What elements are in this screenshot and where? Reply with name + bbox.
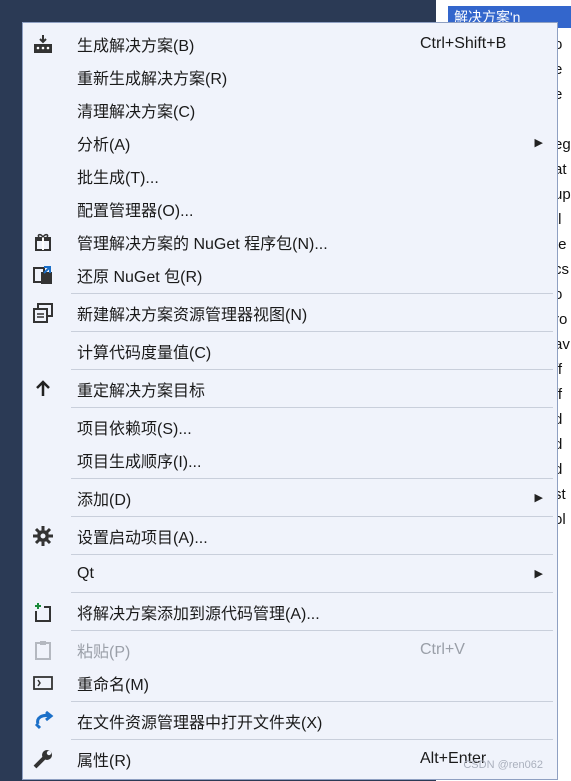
menu-item[interactable]: 重命名(M) [23, 666, 557, 699]
submenu-arrow-icon: ▶ [534, 568, 543, 580]
watermark: CSDN @ren062 [463, 759, 543, 771]
menu-item[interactable]: 重新生成解决方案(R) [23, 60, 557, 93]
submenu-arrow-icon: ▶ [534, 492, 543, 504]
menu-item-label: 管理解决方案的 NuGet 程序包(N)... [77, 235, 328, 253]
menu-separator [71, 630, 553, 631]
menu-item-label: 在文件资源管理器中打开文件夹(X) [77, 714, 323, 732]
submenu-arrow-icon: ▶ [534, 137, 543, 149]
menu-item-label: 重命名(M) [77, 676, 149, 694]
menu-item-label: 批生成(T)... [77, 169, 159, 187]
menu-separator [71, 516, 553, 517]
arrow-up-icon [31, 377, 55, 401]
menu-item-label: Qt [77, 564, 94, 582]
menu-separator [71, 478, 553, 479]
menu-item-label: 计算代码度量值(C) [77, 344, 212, 362]
menu-item[interactable]: 项目生成顺序(I)... [23, 443, 557, 476]
menu-separator [71, 739, 553, 740]
restore-package-icon [31, 263, 55, 287]
menu-item-label: 生成解决方案(B) [77, 37, 195, 55]
wrench-icon [31, 747, 55, 771]
menu-item-label: 项目生成顺序(I)... [77, 453, 202, 471]
menu-item-shortcut: Ctrl+Shift+B [420, 34, 507, 52]
desktop-background [0, 0, 22, 781]
menu-separator [71, 369, 553, 370]
menu-item-label: 设置启动项目(A)... [77, 529, 208, 547]
menu-item-shortcut: Ctrl+V [420, 640, 465, 658]
menu-item[interactable]: 计算代码度量值(C) [23, 334, 557, 367]
menu-separator [71, 331, 553, 332]
menu-item-label: 新建解决方案资源管理器视图(N) [77, 306, 308, 324]
menu-item-label: 粘贴(P) [77, 643, 131, 661]
menu-separator [71, 293, 553, 294]
nuget-gift-icon [31, 230, 55, 254]
menu-item-label: 添加(D) [77, 491, 132, 509]
menu-item-label: 重新生成解决方案(R) [77, 70, 228, 88]
menu-item[interactable]: 批生成(T)... [23, 159, 557, 192]
add-source-control-icon [31, 600, 55, 624]
menu-item[interactable]: 清理解决方案(C) [23, 93, 557, 126]
menu-item-label: 分析(A) [77, 136, 131, 154]
gear-icon [31, 524, 55, 548]
build-icon [31, 32, 55, 56]
menu-separator [71, 407, 553, 408]
menu-item[interactable]: 配置管理器(O)... [23, 192, 557, 225]
menu-separator [71, 701, 553, 702]
menu-item[interactable]: 在文件资源管理器中打开文件夹(X) [23, 704, 557, 737]
menu-item[interactable]: 管理解决方案的 NuGet 程序包(N)... [23, 225, 557, 258]
menu-item[interactable]: 新建解决方案资源管理器视图(N) [23, 296, 557, 329]
paste-icon [31, 638, 55, 662]
menu-separator [71, 592, 553, 593]
menu-item: 粘贴(P) Ctrl+V [23, 633, 557, 666]
menu-item[interactable]: 分析(A) ▶ [23, 126, 557, 159]
rename-icon [31, 671, 55, 695]
menu-item[interactable]: 生成解决方案(B) Ctrl+Shift+B [23, 27, 557, 60]
menu-item-label: 重定解决方案目标 [77, 382, 206, 400]
menu-item-label: 还原 NuGet 包(R) [77, 268, 203, 286]
menu-item-label: 将解决方案添加到源代码管理(A)... [77, 605, 320, 623]
menu-item[interactable]: 设置启动项目(A)... [23, 519, 557, 552]
context-menu: 生成解决方案(B) Ctrl+Shift+B 重新生成解决方案(R) 清理解决方案(C… [22, 22, 558, 780]
new-window-icon [31, 301, 55, 325]
menu-item[interactable]: 添加(D) ▶ [23, 481, 557, 514]
menu-item[interactable]: 将解决方案添加到源代码管理(A)... [23, 595, 557, 628]
menu-item-label: 属性(R) [77, 752, 132, 770]
menu-item[interactable]: Qt ▶ [23, 557, 557, 590]
menu-item-label: 项目依赖项(S)... [77, 420, 192, 438]
menu-item[interactable]: 重定解决方案目标 [23, 372, 557, 405]
open-folder-arrow-icon [31, 709, 55, 733]
menu-item[interactable]: 还原 NuGet 包(R) [23, 258, 557, 291]
menu-separator [71, 554, 553, 555]
menu-item-label: 清理解决方案(C) [77, 103, 196, 121]
menu-item-label: 配置管理器(O)... [77, 202, 194, 220]
context-menu-items: 生成解决方案(B) Ctrl+Shift+B 重新生成解决方案(R) 清理解决方案(C… [23, 27, 557, 775]
menu-item[interactable]: 项目依赖项(S)... [23, 410, 557, 443]
